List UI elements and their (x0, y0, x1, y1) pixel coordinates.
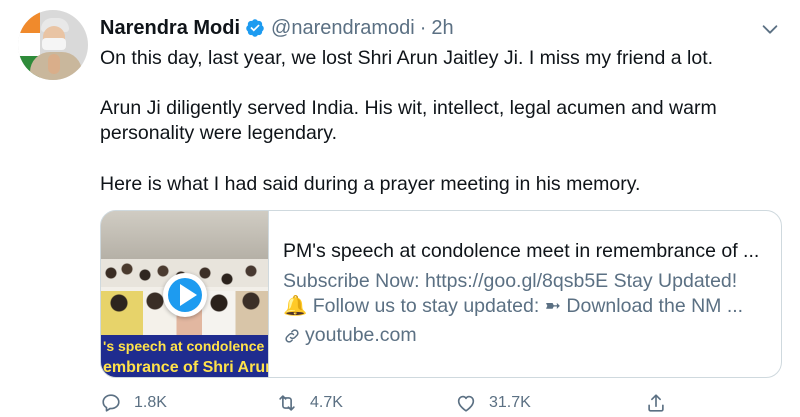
tweet-text-line-1: On this day, last year, we lost Shri Aru… (100, 47, 714, 69)
share-icon (648, 394, 664, 412)
thumbnail-caption-2: embrance of Shri Arun J (101, 357, 268, 377)
card-description-1: Subscribe Now: https://goo.gl/8qsb5E Sta… (283, 270, 738, 292)
tweet-text-line-3: personality were legendary. (100, 122, 338, 144)
card-title[interactable]: PM's speech at condolence meet in rememb… (283, 239, 775, 264)
link-preview-card[interactable]: 's speech at condolence me embrance of S… (100, 210, 782, 378)
play-icon (180, 284, 197, 306)
header-separator: · (419, 16, 427, 39)
heart-icon (457, 395, 475, 412)
tweet-actions: 1.8K 4.7K 31.7K (100, 392, 680, 417)
like-button[interactable]: 31.7K (455, 392, 531, 414)
share-button[interactable] (645, 392, 667, 414)
thumbnail-caption-1: 's speech at condolence me (101, 335, 268, 357)
card-domain: youtube.com (283, 323, 775, 348)
tweet-text-line-4: Here is what I had said during a prayer … (100, 173, 641, 195)
author-name[interactable]: Narendra Modi (100, 17, 240, 40)
thumbnail-background (101, 211, 268, 263)
avatar[interactable] (18, 10, 88, 80)
link-icon (285, 328, 299, 343)
chevron-down-icon[interactable] (759, 18, 781, 40)
retweet-count: 4.7K (310, 394, 343, 411)
avatar-mask (42, 38, 66, 50)
card-description-2: 🔔 Follow us to stay updated: ➼ Download … (283, 295, 744, 317)
card-domain-text: youtube.com (305, 324, 417, 346)
like-count: 31.7K (489, 394, 531, 411)
verified-badge-icon (246, 19, 264, 37)
retweet-icon (279, 395, 295, 411)
retweet-button[interactable]: 4.7K (276, 392, 343, 414)
tweet-timestamp[interactable]: 2h (431, 17, 453, 40)
tweet-text-line-2: Arun Ji diligently served India. His wit… (100, 97, 717, 119)
video-thumbnail[interactable]: 's speech at condolence me embrance of S… (101, 211, 269, 377)
avatar-hands (48, 54, 60, 74)
author-handle[interactable]: @narendramodi (271, 17, 415, 40)
reply-button[interactable]: 1.8K (100, 392, 167, 414)
reply-icon (102, 394, 120, 412)
reply-count: 1.8K (134, 394, 167, 411)
card-body: PM's speech at condolence meet in rememb… (283, 239, 775, 348)
tweet-header: Narendra Modi @narendramodi · 2h (100, 16, 454, 40)
